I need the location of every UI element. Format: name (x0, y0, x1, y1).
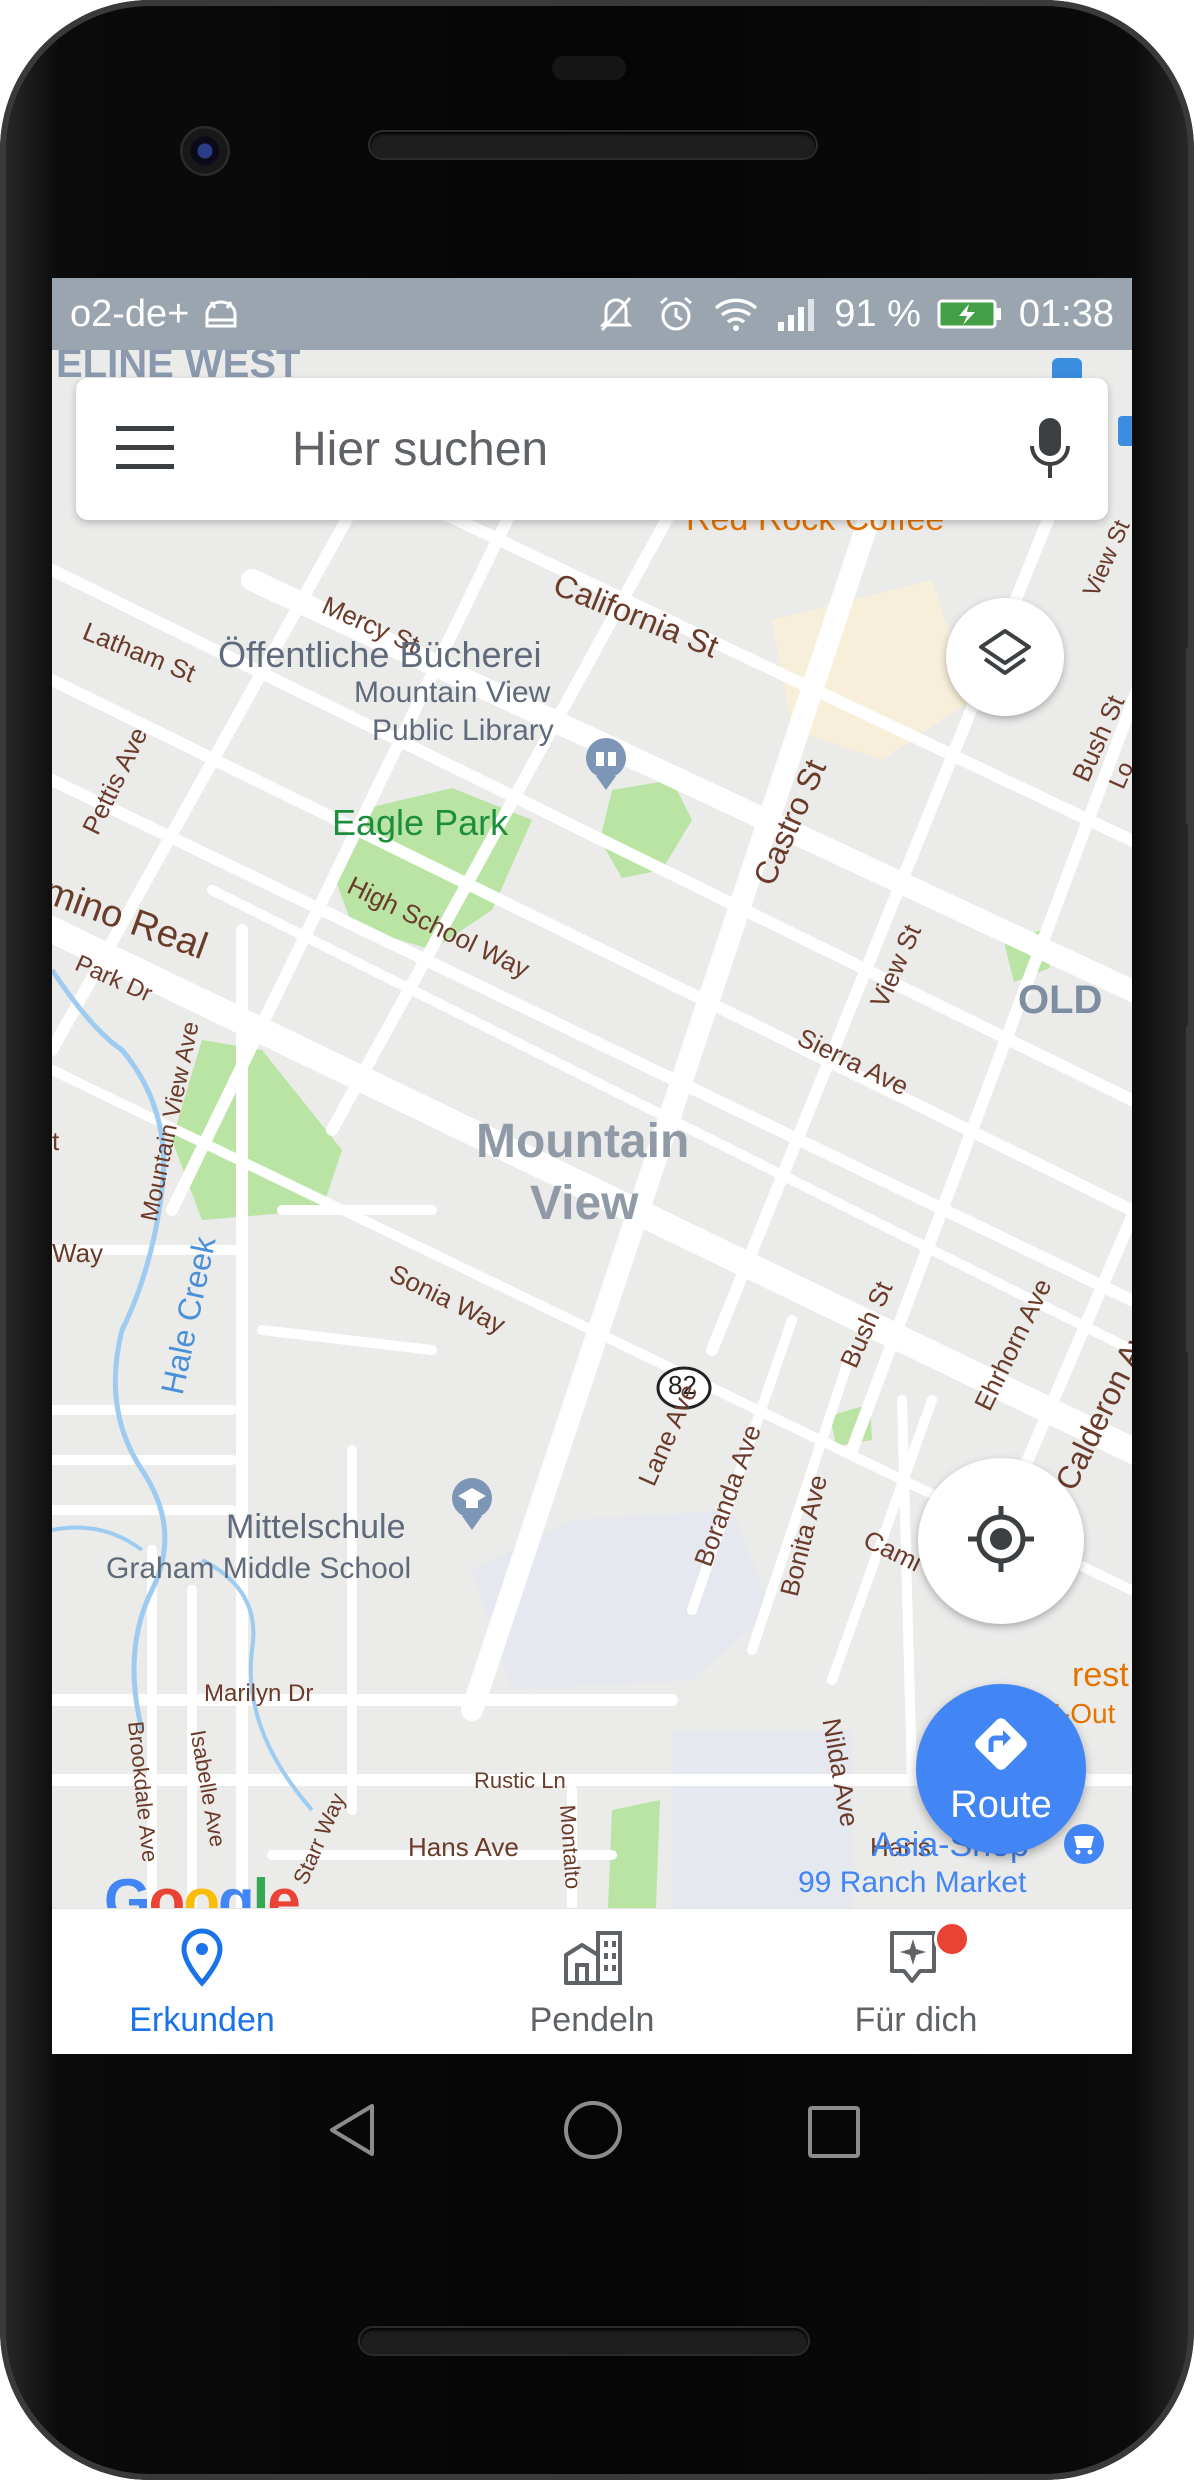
google-logo-e: e (267, 1867, 300, 1908)
recents-icon[interactable] (806, 2104, 862, 2165)
layers-icon (977, 627, 1033, 688)
tab-fuer-dich-label: Für dich (854, 2001, 978, 2039)
map-view[interactable]: ELINE WEST Red Rock Coffee California St… (52, 350, 1132, 1908)
clock: 01:38 (1018, 292, 1114, 335)
volume-button (1186, 646, 1194, 826)
google-logo-o1: o (148, 1867, 186, 1908)
commute-icon (560, 1925, 624, 1989)
notification-badge (934, 1921, 970, 1957)
street-partial-n: t (52, 1126, 60, 1156)
alarm-icon (654, 292, 698, 336)
poi-library-de[interactable]: Öffentliche Bücherei (218, 634, 542, 676)
my-location-button[interactable] (918, 1458, 1084, 1624)
hamburger-menu-icon[interactable] (116, 422, 178, 476)
street-partial-t: Way (52, 1238, 104, 1268)
shopping-poi-icon (1064, 1824, 1104, 1864)
poi-rest-partial[interactable]: rest (1072, 1656, 1129, 1695)
poi-eagle-park[interactable]: Eagle Park (332, 802, 508, 844)
my-location-icon (966, 1504, 1036, 1579)
tab-pendeln-label: Pendeln (529, 2001, 655, 2039)
map-label-city-2: View (530, 1177, 639, 1230)
route-label: Route (950, 1784, 1052, 1826)
phone-frame: o2-de+ 91 % 01:38 ELINE WEST California … (0, 0, 1194, 2480)
search-input[interactable]: Hier suchen (292, 422, 548, 477)
poi-99-ranch-market[interactable]: 99 Ranch Market (798, 1866, 1026, 1900)
directions-icon (969, 1712, 1033, 1776)
explore-pin-icon (170, 1925, 234, 1989)
street-marilyn-dr: Marilyn Dr (204, 1680, 314, 1707)
microphone-icon[interactable] (1028, 416, 1072, 482)
top-mic-slot (552, 56, 626, 80)
poi-library-en2[interactable]: Public Library (372, 714, 554, 748)
screen: o2-de+ 91 % 01:38 ELINE WEST California … (52, 278, 1132, 2054)
tab-fuer-dich[interactable]: Für dich (766, 1909, 1066, 2054)
bottom-speaker (360, 2328, 808, 2354)
map-label-old-area: OLD (1018, 978, 1103, 1022)
tab-pendeln[interactable]: Pendeln (442, 1909, 742, 2054)
street-hans-ave: Hans Ave (408, 1832, 519, 1862)
google-logo-g2: g (217, 1867, 255, 1908)
signal-icon (774, 292, 818, 336)
tab-erkunden-label: Erkunden (129, 2001, 275, 2039)
google-logo-o2: o (183, 1867, 220, 1908)
carrier-label: o2-de+ (70, 292, 190, 335)
poi-school-en[interactable]: Graham Middle School (106, 1552, 411, 1586)
home-icon[interactable] (561, 2098, 625, 2167)
poi-school-de[interactable]: Mittelschule (226, 1508, 406, 1547)
android-debug-icon (199, 292, 243, 336)
earpiece-speaker (370, 132, 816, 158)
google-logo: Google (104, 1866, 301, 1908)
google-logo-l: l (252, 1867, 270, 1908)
map-label-city-1: Mountain (476, 1115, 690, 1168)
front-camera (180, 126, 230, 176)
search-bar[interactable]: Hier suchen (76, 378, 1108, 520)
layers-button[interactable] (946, 598, 1064, 716)
status-bar: o2-de+ 91 % 01:38 (52, 278, 1132, 350)
route-button[interactable]: Route (916, 1684, 1086, 1854)
poi-library-en1[interactable]: Mountain View (354, 676, 550, 710)
power-button (1186, 1024, 1194, 1354)
mute-icon (594, 292, 638, 336)
back-icon[interactable] (322, 2100, 382, 2165)
wifi-icon (714, 292, 758, 336)
street-rustic-ln: Rustic Ln (474, 1768, 566, 1793)
battery-charging-icon (937, 292, 1003, 336)
battery-percent: 91 % (834, 292, 921, 335)
google-logo-g: G (104, 1867, 151, 1908)
bottom-navigation: Erkunden Pendeln Für dich (52, 1908, 1132, 2054)
tab-erkunden[interactable]: Erkunden (52, 1909, 352, 2054)
system-navigation-bar (0, 2054, 1194, 2204)
